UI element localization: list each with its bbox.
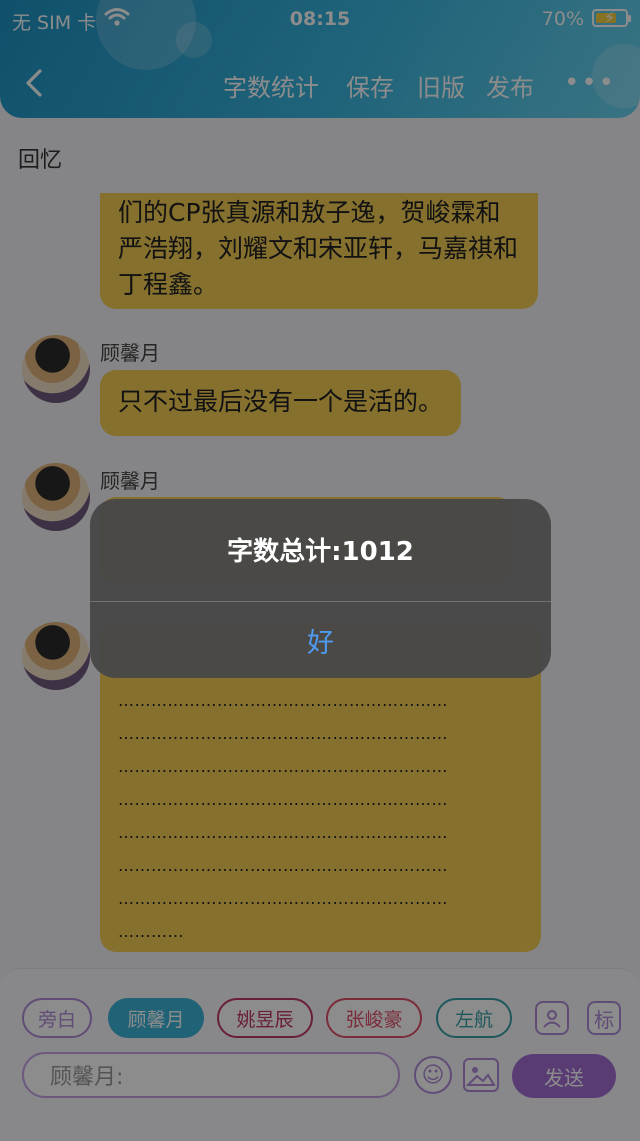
alert-title: 字数总计:1012	[227, 537, 414, 567]
alert-ok-button[interactable]: 好	[90, 602, 551, 678]
word-count-alert: 字数总计:1012 好	[90, 499, 551, 678]
